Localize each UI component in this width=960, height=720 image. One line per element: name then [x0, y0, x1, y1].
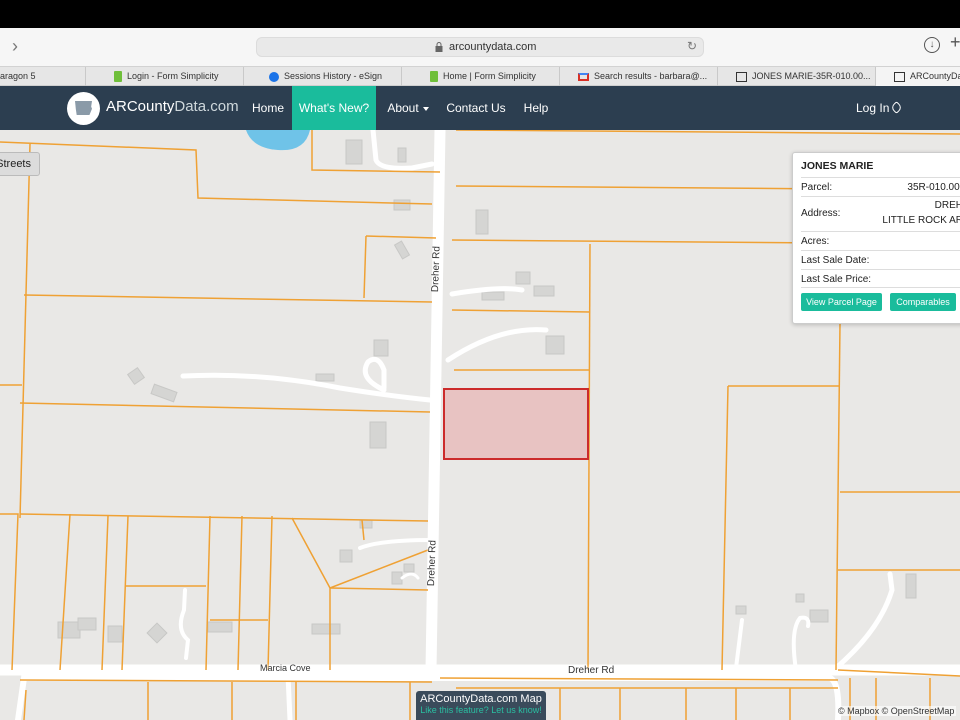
doc-icon [114, 71, 122, 83]
map-feedback-badge[interactable]: ARCountyData.com Map Like this feature? … [416, 691, 546, 720]
road-label-marcia: Marcia Cove [260, 663, 311, 673]
download-icon[interactable]: ↓ [924, 37, 940, 53]
comparables-button[interactable]: Comparables [890, 293, 956, 311]
nav-help[interactable]: Help [514, 86, 558, 130]
mapbox-attribution[interactable]: © Mapbox [838, 706, 879, 716]
badge-title: ARCountyData.com Map [420, 693, 542, 705]
popup-row-acres: Acres: [801, 231, 960, 250]
badge-feedback-link[interactable]: Like this feature? Let us know! [416, 705, 546, 715]
parcel-popup: JONES MARIE Parcel: 35R-010.00- Address:… [792, 152, 960, 324]
doc-icon [430, 71, 438, 83]
tab-6-active[interactable]: ARCountyDat [876, 67, 960, 86]
popup-row-sale-price: Last Sale Price: [801, 269, 960, 288]
tab-bar: aragon 5 Login - Form Simplicity Session… [0, 66, 960, 86]
screen: › arcountydata.com ↻ ↓ + aragon 5 Login … [0, 0, 960, 720]
popup-row-sale-date: Last Sale Date: [801, 250, 960, 269]
tab-label: Home | Form Simplicity [443, 71, 536, 81]
nav-contact[interactable]: Contact Us [440, 86, 512, 130]
site-navbar: ARCountyData.com Home What's New? About … [0, 86, 960, 130]
nav-about[interactable]: About [378, 86, 438, 130]
popup-row-address: Address: DREH LITTLE ROCK AR [801, 196, 960, 231]
tab-label: Login - Form Simplicity [127, 71, 219, 81]
url-text: arcountydata.com [449, 41, 537, 53]
tab-5[interactable]: JONES MARIE-35R-010.00... [718, 67, 876, 86]
nav-home[interactable]: Home [244, 86, 292, 130]
parcel-map[interactable]: Streets Dreher Rd Dreher Rd Dreher Rd Ma… [0, 130, 960, 720]
circle-icon [269, 71, 279, 82]
tab-1[interactable]: Login - Form Simplicity [86, 67, 244, 86]
browser-toolbar: › arcountydata.com ↻ ↓ + [0, 28, 960, 66]
gmail-icon [578, 72, 589, 81]
view-parcel-page-button[interactable]: View Parcel Page [801, 293, 882, 311]
tab-2[interactable]: Sessions History - eSign [244, 67, 402, 86]
osm-attribution[interactable]: © OpenStreetMap [882, 706, 955, 716]
tab-label: ARCountyDat [910, 71, 960, 81]
tab-4[interactable]: Search results - barbara@... [560, 67, 718, 86]
nav-whats-new[interactable]: What's New? [292, 86, 376, 130]
plug-icon [890, 101, 904, 114]
pond [246, 130, 310, 151]
popup-owner: JONES MARIE [801, 160, 874, 172]
lock-icon [435, 42, 443, 52]
road-label-dreher-south: Dreher Rd [426, 539, 439, 587]
road-label-dreher-north: Dreher Rd [430, 245, 443, 293]
login-link[interactable]: Log In [856, 86, 904, 130]
tab-label: aragon 5 [0, 71, 36, 81]
caret-down-icon [422, 106, 429, 111]
reload-icon[interactable]: ↻ [687, 39, 697, 53]
selected-parcel[interactable] [443, 388, 589, 460]
top-bezel [0, 0, 960, 28]
road-label-dreher-east: Dreher Rd [568, 665, 615, 676]
tab-3[interactable]: Home | Form Simplicity [402, 67, 560, 86]
arcounty-icon [736, 71, 747, 82]
tab-label: Sessions History - eSign [284, 71, 383, 81]
popup-row-parcel: Parcel: 35R-010.00- [801, 177, 960, 196]
forward-icon[interactable]: › [12, 36, 28, 56]
tab-label: JONES MARIE-35R-010.00... [752, 71, 871, 81]
map-attribution: © Mapbox © OpenStreetMap [836, 706, 957, 716]
logo-icon[interactable] [67, 92, 100, 125]
tab-label: Search results - barbara@... [594, 71, 708, 81]
brand-name[interactable]: ARCountyData.com [106, 98, 239, 115]
streets-toggle-button[interactable]: Streets [0, 152, 40, 176]
address-bar[interactable]: arcountydata.com ↻ [256, 37, 704, 57]
arcounty-icon [894, 71, 905, 82]
tab-0[interactable]: aragon 5 [0, 67, 86, 86]
new-tab-icon[interactable]: + [950, 32, 960, 53]
